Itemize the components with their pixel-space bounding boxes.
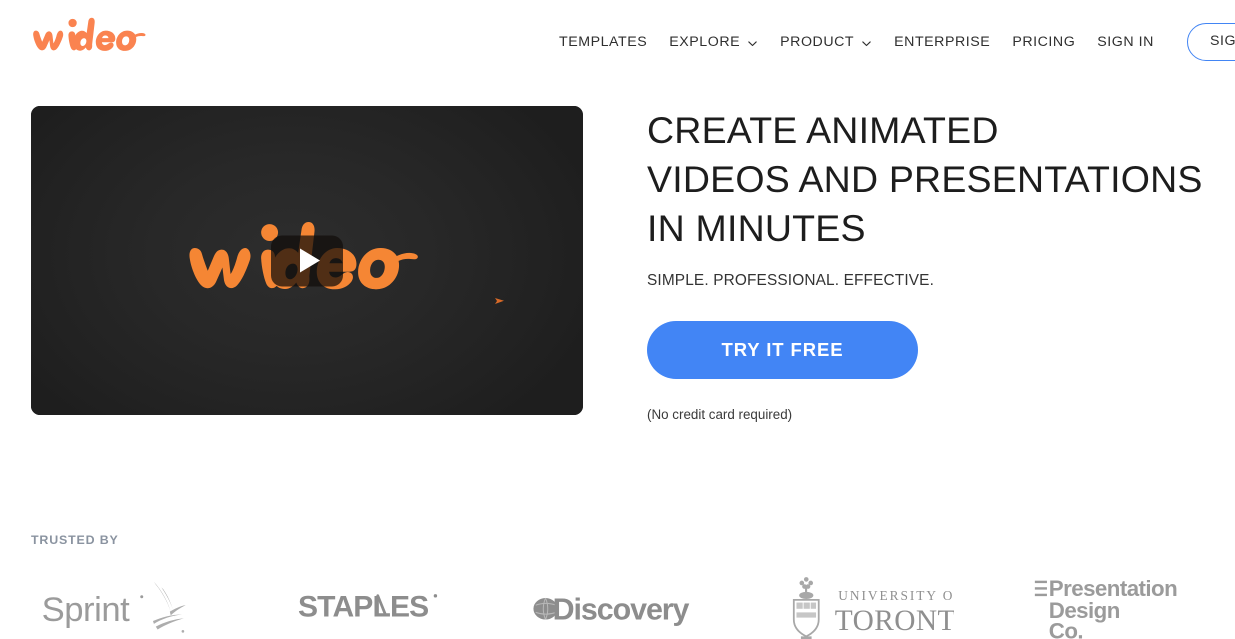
client-logo-discovery: Discovery (494, 562, 741, 639)
orange-arrow-icon (494, 295, 510, 308)
hero-video-thumbnail[interactable] (31, 106, 583, 415)
hero-title-line-3: IN MINUTES (647, 207, 866, 249)
svg-text:Discovery: Discovery (552, 593, 689, 627)
client-logo-sprint: Sprint (0, 562, 247, 639)
client-logo-row: Sprint STAPLES Discovery UNIVERSITY OF T… (0, 562, 1235, 639)
hero-section: CREATE ANIMATED VIDEOS AND PRESENTATIONS… (0, 0, 1235, 500)
pdc-line-1: Presentation (1048, 576, 1176, 601)
uoft-line-2: TORONTO (834, 605, 953, 637)
presentation-design-co-logo: Presentation Design Co. (1034, 576, 1177, 639)
client-logo-presentation-design-co: Presentation Design Co. (988, 562, 1235, 639)
hero-title-line-2: VIDEOS AND PRESENTATIONS (647, 158, 1203, 200)
hero-subtitle: SIMPLE. PROFESSIONAL. EFFECTIVE. (647, 272, 935, 289)
svg-text:STAPLES: STAPLES (298, 590, 428, 623)
play-button[interactable] (271, 235, 343, 286)
sprint-logo: Sprint (42, 581, 186, 633)
client-logo-staples: STAPLES (247, 562, 494, 639)
landing-page: TEMPLATES EXPLORE PRODUCT ENTERPRISE PRI… (0, 0, 1235, 639)
play-triangle-icon (299, 248, 320, 273)
try-it-free-button[interactable]: TRY IT FREE (647, 321, 918, 379)
client-logo-university-of-toronto: UNIVERSITY OF TORONTO (741, 562, 988, 639)
uoft-line-1: UNIVERSITY OF (838, 588, 954, 603)
cta-disclaimer: (No credit card required) (647, 407, 793, 422)
page-title: CREATE ANIMATED VIDEOS AND PRESENTATIONS… (647, 106, 1203, 253)
hamburger-mark-icon (1034, 580, 1047, 597)
university-of-toronto-logo: UNIVERSITY OF TORONTO (792, 577, 954, 639)
hero-copy: CREATE ANIMATED VIDEOS AND PRESENTATIONS… (647, 106, 1203, 422)
staples-logo: STAPLES (298, 590, 437, 623)
svg-text:Sprint: Sprint (42, 591, 130, 629)
hero-title-line-1: CREATE ANIMATED (647, 109, 999, 151)
discovery-logo: Discovery (532, 593, 690, 627)
trusted-by-label: TRUSTED BY (31, 533, 119, 547)
pdc-line-3: Co. (1048, 619, 1082, 639)
